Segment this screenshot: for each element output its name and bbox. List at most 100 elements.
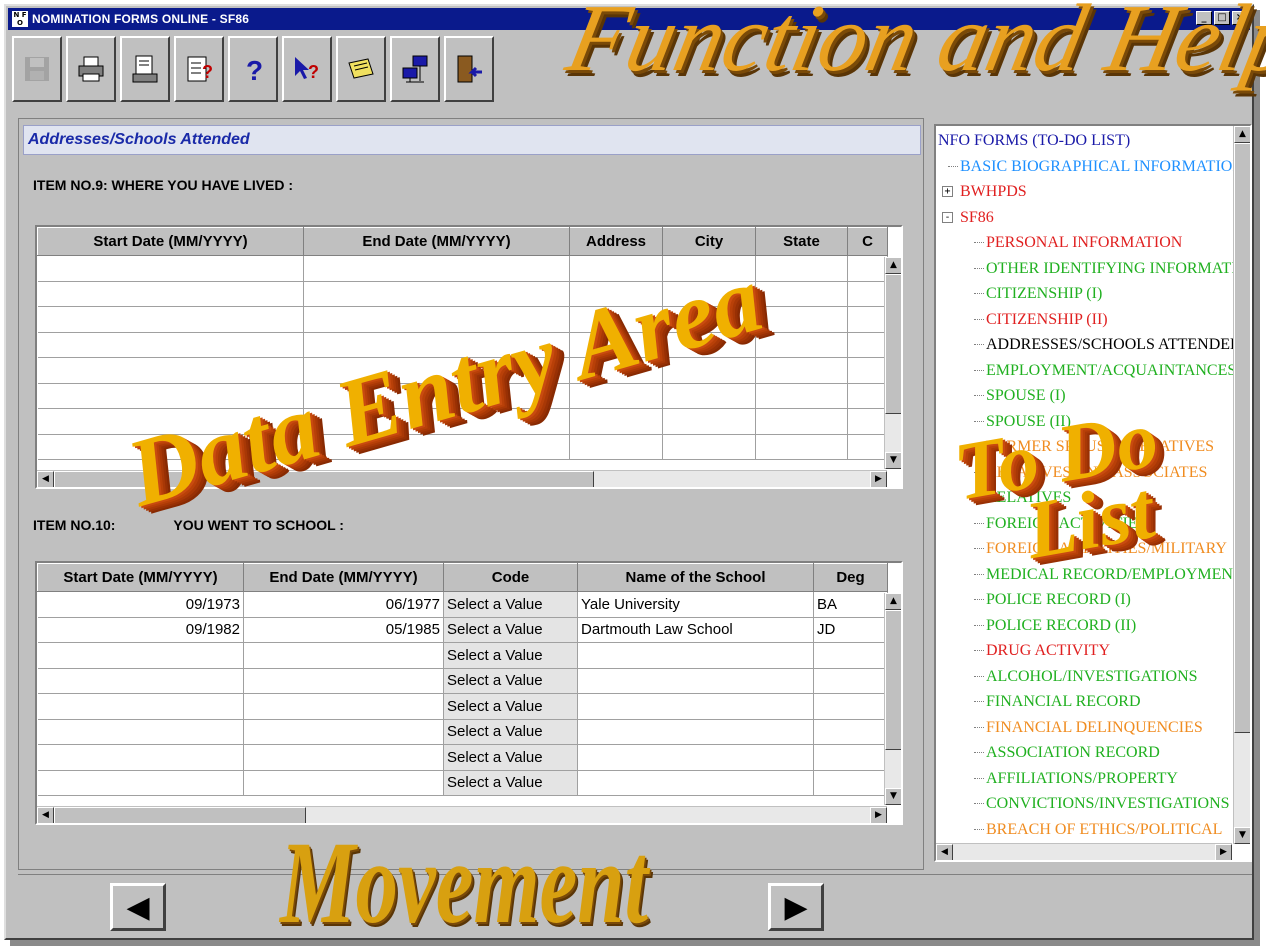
tree-item[interactable]: BASIC BIOGRAPHICAL INFORMATION [938,154,1244,180]
table-cell[interactable] [243,668,444,694]
context-help-button[interactable]: ? [282,36,332,102]
table-cell[interactable]: 09/1973 [37,591,244,618]
table-cell[interactable] [755,255,848,282]
tree-item[interactable]: PERSONAL INFORMATION [938,230,1234,256]
title-bar[interactable]: N F O NOMINATION FORMS ONLINE - SF86 _ □… [8,8,1250,30]
next-button[interactable]: ▶ [768,883,824,931]
close-button[interactable]: × [1232,11,1248,25]
table-cell[interactable] [755,306,848,333]
table-cell[interactable]: 06/1977 [243,591,444,618]
table-cell[interactable] [755,408,848,435]
previous-button[interactable]: ◀ [110,883,166,931]
table-cell[interactable]: JD [813,617,888,643]
residence-horizontal-scrollbar[interactable]: ◀ ▶ [37,470,887,487]
scroll-left-button[interactable]: ◀ [37,471,54,487]
table-cell[interactable] [569,332,663,358]
scroll-up-button[interactable]: ▲ [885,257,901,274]
print-button[interactable] [66,36,116,102]
expand-icon[interactable]: + [942,186,953,197]
table-cell[interactable] [37,744,244,771]
table-cell[interactable] [569,408,663,435]
table-cell[interactable] [662,408,756,435]
tree-item[interactable]: FINANCIAL DELINQUENCIES [938,715,1234,741]
tree-item[interactable]: SPOUSE (II) [938,409,1234,435]
table-cell[interactable] [847,408,888,435]
notes-button[interactable] [336,36,386,102]
scroll-left-button[interactable]: ◀ [37,807,54,823]
tree-item[interactable]: ADDRESSES/SCHOOLS ATTENDED [938,332,1242,358]
scroll-thumb[interactable] [885,274,901,414]
table-cell[interactable] [303,255,570,282]
table-cell[interactable] [847,383,888,409]
table-cell[interactable]: BA [813,591,888,618]
table-cell[interactable] [662,434,756,460]
tree-item[interactable]: + BWHPDS [938,179,1234,205]
scroll-right-button[interactable]: ▶ [1215,844,1232,860]
table-cell[interactable] [303,332,570,358]
item9-column-header[interactable]: C [847,227,888,256]
help-button[interactable]: ? [228,36,278,102]
table-cell[interactable] [662,332,756,358]
table-cell[interactable] [569,255,663,282]
item9-column-header[interactable]: End Date (MM/YYYY) [303,227,570,256]
tree-vertical-scrollbar[interactable]: ▲ ▼ [1233,126,1250,844]
table-cell[interactable] [303,408,570,435]
table-cell[interactable] [243,642,444,669]
tree-item[interactable]: CITIZENSHIP (II) [938,307,1234,333]
table-cell[interactable] [37,719,244,745]
table-cell[interactable] [303,306,570,333]
table-cell[interactable] [813,693,888,720]
table-cell[interactable] [577,744,814,771]
tree-item[interactable]: FINANCIAL RECORD [938,689,1234,715]
table-cell[interactable] [847,306,888,333]
table-cell[interactable] [755,434,848,460]
table-cell[interactable] [577,693,814,720]
tree-item[interactable]: FOREIGN ACTIVITIES/MILITARY [938,536,1234,562]
scroll-down-button[interactable]: ▼ [885,788,901,805]
tree-item[interactable]: ASSOCIATION RECORD [938,740,1234,766]
table-cell[interactable] [755,383,848,409]
minimize-button[interactable]: _ [1196,11,1212,25]
table-cell[interactable]: Dartmouth Law School [577,617,814,643]
scroll-thumb[interactable] [885,610,901,750]
table-cell[interactable] [662,306,756,333]
item10-column-header[interactable]: Deg [813,563,888,592]
table-cell[interactable] [303,383,570,409]
table-cell[interactable] [303,357,570,384]
tree-item[interactable]: - SF86 [938,205,1234,231]
scroll-thumb[interactable] [1234,143,1250,733]
tree-item[interactable]: POLICE RECORD (I) [938,587,1234,613]
table-cell[interactable] [577,719,814,745]
table-cell[interactable] [813,744,888,771]
code-select[interactable]: Select a Value [443,719,578,745]
table-cell[interactable] [569,383,663,409]
tree-item[interactable]: FORMER SPOUSES/RELATIVES [938,434,1234,460]
school-vertical-scrollbar[interactable]: ▲ ▼ [884,593,901,805]
table-cell[interactable] [662,383,756,409]
code-select[interactable]: Select a Value [443,642,578,669]
code-select[interactable]: Select a Value [443,693,578,720]
table-cell[interactable] [303,281,570,307]
item9-column-header[interactable]: Start Date (MM/YYYY) [37,227,304,256]
code-select[interactable]: Select a Value [443,744,578,771]
scroll-down-button[interactable]: ▼ [1234,827,1250,844]
table-cell[interactable] [813,719,888,745]
table-cell[interactable] [243,770,444,796]
table-cell[interactable]: 09/1982 [37,617,244,643]
tree-item[interactable]: ALCOHOL/INVESTIGATIONS [938,664,1234,690]
scroll-thumb[interactable] [54,471,594,487]
collapse-icon[interactable]: - [942,211,953,223]
table-cell[interactable] [569,306,663,333]
table-cell[interactable] [577,770,814,796]
table-cell[interactable] [37,408,304,435]
exit-button[interactable] [444,36,494,102]
table-cell[interactable] [37,668,244,694]
scroll-right-button[interactable]: ▶ [870,807,887,823]
table-cell[interactable]: 05/1985 [243,617,444,643]
school-grid[interactable]: Start Date (MM/YYYY) End Date (MM/YYYY) Co… [35,561,903,825]
table-cell[interactable] [243,744,444,771]
item10-column-header[interactable]: End Date (MM/YYYY) [243,563,444,592]
table-cell[interactable] [813,668,888,694]
tree-item[interactable]: RELATIVES [938,485,1234,511]
table-cell[interactable] [569,281,663,307]
